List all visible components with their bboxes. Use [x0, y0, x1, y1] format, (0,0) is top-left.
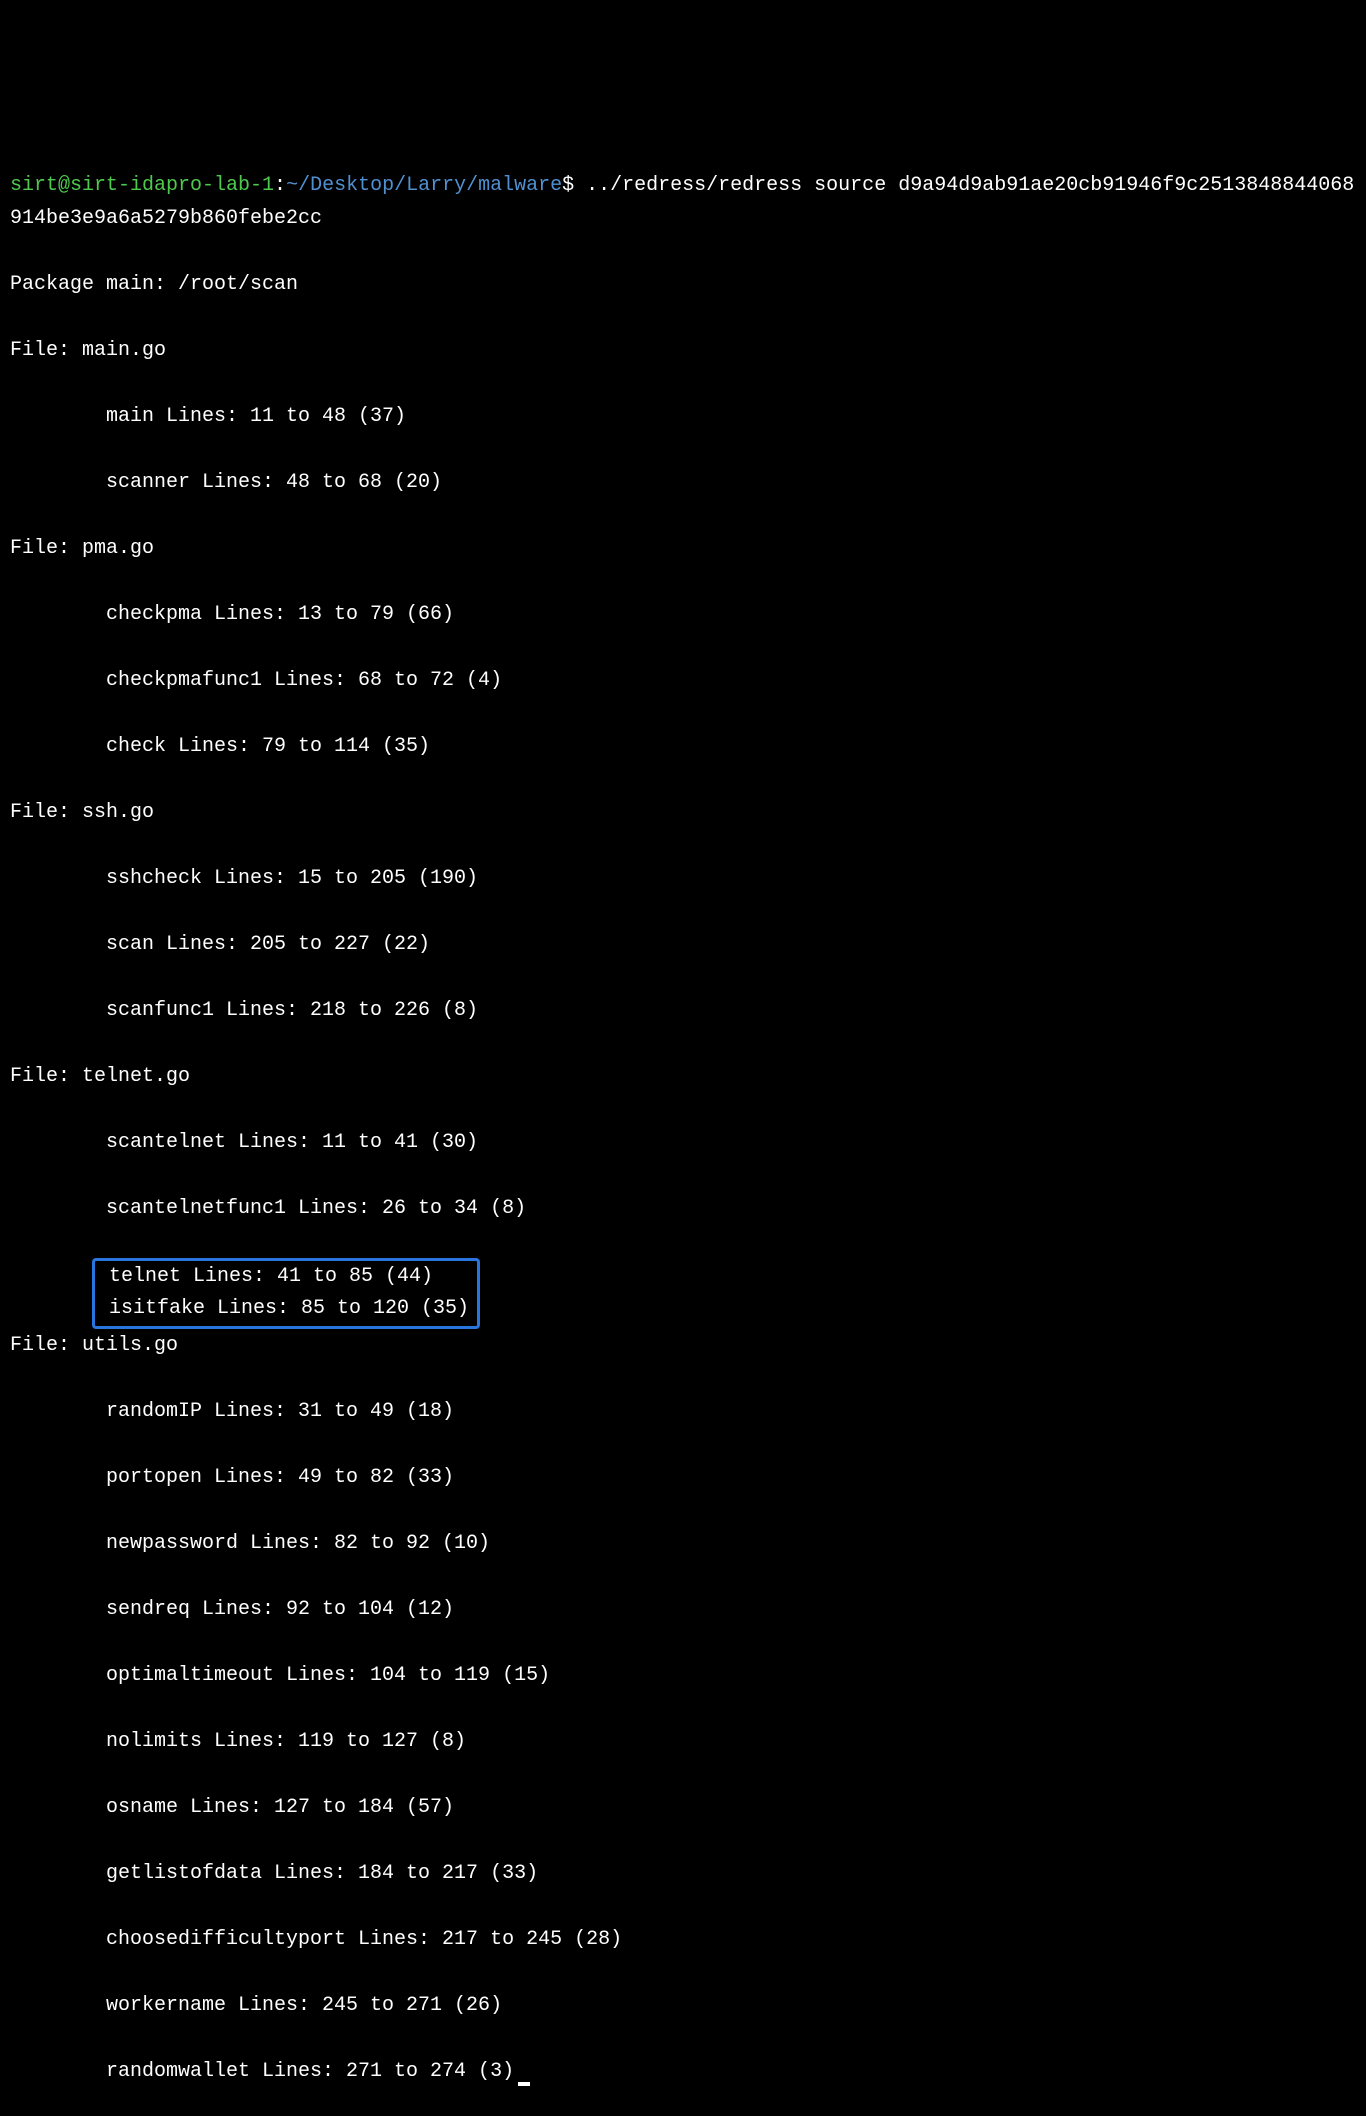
- function-line: checkpmafunc1 Lines: 68 to 72 (4): [10, 664, 1356, 697]
- function-line: scantelnetfunc1 Lines: 26 to 34 (8): [10, 1192, 1356, 1225]
- function-line: scanner Lines: 48 to 68 (20): [10, 466, 1356, 499]
- prompt-line: sirt@sirt-idapro-lab-1:~/Desktop/Larry/m…: [10, 169, 1356, 235]
- function-text: randomwallet Lines: 271 to 274 (3): [106, 2060, 514, 2083]
- function-line: scanfunc1 Lines: 218 to 226 (8): [10, 994, 1356, 1027]
- function-line: newpassword Lines: 82 to 92 (10): [10, 1527, 1356, 1560]
- function-line: randomIP Lines: 31 to 49 (18): [10, 1395, 1356, 1428]
- file-header: File: pma.go: [10, 532, 1356, 565]
- function-line: osname Lines: 127 to 184 (57): [10, 1791, 1356, 1824]
- function-line: sendreq Lines: 92 to 104 (12): [10, 1593, 1356, 1626]
- function-line: optimaltimeout Lines: 104 to 119 (15): [10, 1659, 1356, 1692]
- prompt-user-host: sirt@sirt-idapro-lab-1: [10, 174, 274, 197]
- file-header: File: utils.go: [10, 1329, 1356, 1362]
- function-line: portopen Lines: 49 to 82 (33): [10, 1461, 1356, 1494]
- file-header: File: telnet.go: [10, 1060, 1356, 1093]
- function-line: check Lines: 79 to 114 (35): [10, 730, 1356, 763]
- function-line: randomwallet Lines: 271 to 274 (3): [10, 2055, 1356, 2088]
- terminal-window[interactable]: sirt@sirt-idapro-lab-1:~/Desktop/Larry/m…: [10, 136, 1356, 2116]
- function-line: main Lines: 11 to 48 (37): [10, 400, 1356, 433]
- prompt-symbol: $: [562, 174, 574, 197]
- function-line: scantelnet Lines: 11 to 41 (30): [10, 1126, 1356, 1159]
- prompt-separator: :: [274, 174, 286, 197]
- package-line: Package main: /root/scan: [10, 268, 1356, 301]
- function-line: scan Lines: 205 to 227 (22): [10, 928, 1356, 961]
- function-line-highlighted: isitfake Lines: 85 to 120 (35): [95, 1293, 469, 1325]
- prompt-path: ~/Desktop/Larry/malware: [286, 174, 562, 197]
- file-header: File: ssh.go: [10, 796, 1356, 829]
- function-line: checkpma Lines: 13 to 79 (66): [10, 598, 1356, 631]
- file-header: File: main.go: [10, 334, 1356, 367]
- function-line: choosedifficultyport Lines: 217 to 245 (…: [10, 1923, 1356, 1956]
- function-line: getlistofdata Lines: 184 to 217 (33): [10, 1857, 1356, 1890]
- function-line: sshcheck Lines: 15 to 205 (190): [10, 862, 1356, 895]
- function-line-highlighted: telnet Lines: 41 to 85 (44): [95, 1261, 469, 1293]
- cursor: [518, 2082, 530, 2086]
- function-line: workername Lines: 245 to 271 (26): [10, 1989, 1356, 2022]
- highlight-box: telnet Lines: 41 to 85 (44)isitfake Line…: [92, 1258, 480, 1329]
- function-line: nolimits Lines: 119 to 127 (8): [10, 1725, 1356, 1758]
